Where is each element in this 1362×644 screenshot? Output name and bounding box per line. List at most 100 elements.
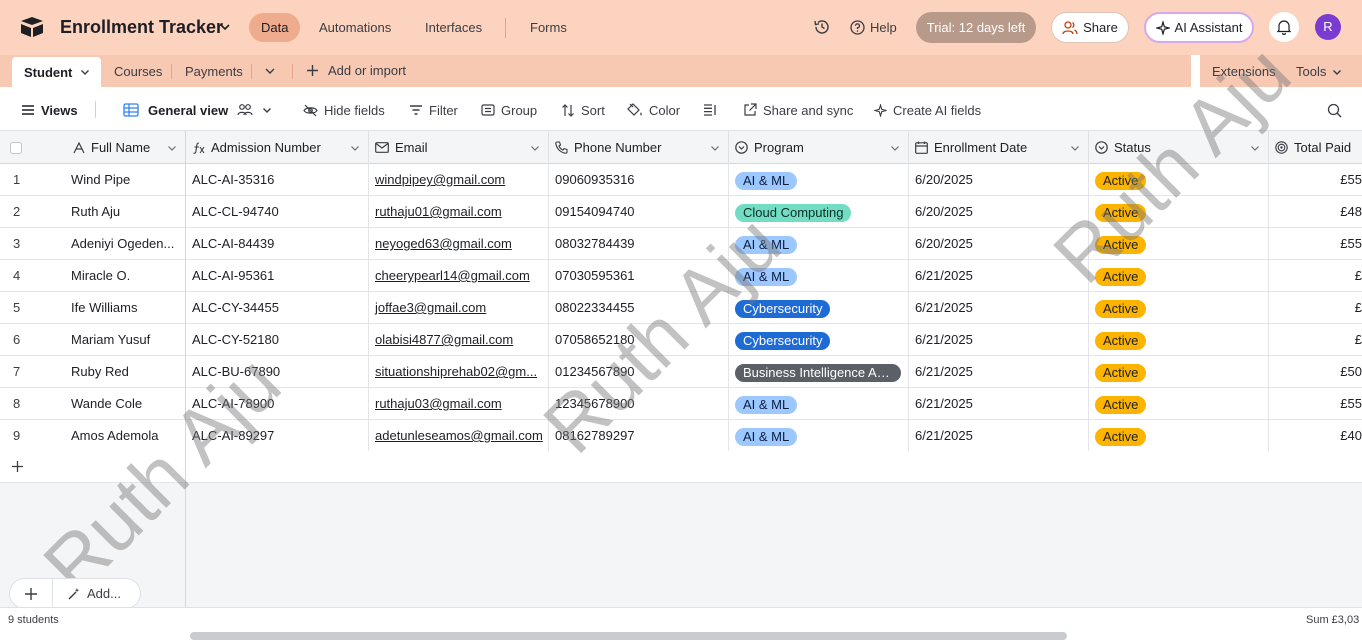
cell-email[interactable]: joffae3@gmail.com [369,292,549,323]
column-header-email[interactable]: Email [369,131,549,164]
chevron-down-icon[interactable] [1250,143,1260,153]
table-row[interactable]: 7 Ruby Red ALC-BU-67890 situationshiprehab0… [0,356,1362,388]
add-or-import-button[interactable]: Add or import [306,63,406,78]
help-button[interactable]: Help [850,18,897,36]
tab-payments[interactable]: Payments [185,64,243,79]
row-number[interactable]: 9 [0,420,65,451]
cell-status[interactable]: Active [1089,356,1269,387]
cell-total-paid[interactable]: £40 [1269,420,1362,451]
cell-status[interactable]: Active [1089,164,1269,195]
cell-email[interactable]: ruthaju01@gmail.com [369,196,549,227]
share-and-sync-button[interactable]: Share and sync [743,101,853,119]
cell-admission-number[interactable]: ALC-AI-84439 [186,228,369,259]
create-ai-fields-button[interactable]: Create AI fields [874,101,981,119]
column-header-status[interactable]: Status [1089,131,1269,164]
cell-status[interactable]: Active [1089,260,1269,291]
cell-enrollment-date[interactable]: 6/21/2025 [909,388,1089,419]
history-icon[interactable] [813,18,831,36]
nav-interfaces[interactable]: Interfaces [413,13,494,42]
color-button[interactable]: Color [627,101,680,119]
extensions-button[interactable]: Extensions [1212,64,1276,79]
add-record-row[interactable] [0,451,1362,483]
cell-enrollment-date[interactable]: 6/21/2025 [909,356,1089,387]
row-number[interactable]: 7 [0,356,65,387]
row-height-button[interactable] [703,101,717,119]
email-link[interactable]: ruthaju01@gmail.com [375,204,502,219]
table-row[interactable]: 5 Ife Williams ALC-CY-34455 joffae3@gmail.c… [0,292,1362,324]
chevron-down-icon[interactable] [80,67,90,77]
tab-courses[interactable]: Courses [114,64,162,79]
email-link[interactable]: neyoged63@gmail.com [375,236,512,251]
cell-program[interactable]: AI & ML [729,260,909,291]
cell-phone-number[interactable]: 07058652180 [549,324,729,355]
cell-enrollment-date[interactable]: 6/20/2025 [909,196,1089,227]
cell-program[interactable]: AI & ML [729,228,909,259]
notifications-button[interactable] [1269,12,1299,42]
chevron-down-icon[interactable] [264,66,276,76]
total-paid-sum[interactable]: Sum £3,03 [1306,614,1359,626]
cell-enrollment-date[interactable]: 6/21/2025 [909,324,1089,355]
tab-student[interactable]: Student [12,57,101,87]
cell-program[interactable]: AI & ML [729,420,909,451]
table-row[interactable]: 9 Amos Ademola ALC-AI-89297 adetunleseamos@… [0,420,1362,452]
avatar[interactable]: R [1315,14,1341,40]
cell-full-name[interactable]: Wind Pipe [65,164,186,195]
column-header-program[interactable]: Program [729,131,909,164]
cell-email[interactable]: neyoged63@gmail.com [369,228,549,259]
chevron-down-icon[interactable] [219,21,231,33]
sort-button[interactable]: Sort [561,101,605,119]
cell-email[interactable]: windpipey@gmail.com [369,164,549,195]
email-link[interactable]: joffae3@gmail.com [375,300,486,315]
cell-status[interactable]: Active [1089,388,1269,419]
cell-full-name[interactable]: Ife Williams [65,292,186,323]
nav-data[interactable]: Data [249,13,301,42]
cell-admission-number[interactable]: ALC-BU-67890 [186,356,369,387]
cell-status[interactable]: Active [1089,228,1269,259]
add-button[interactable] [9,578,53,609]
search-icon[interactable] [1327,101,1342,119]
column-header-full-name[interactable]: Full Name [65,131,186,164]
cell-program[interactable]: AI & ML [729,388,909,419]
base-logo-icon[interactable] [20,16,44,38]
cell-enrollment-date[interactable]: 6/20/2025 [909,228,1089,259]
table-row[interactable]: 6 Mariam Yusuf ALC-CY-52180 olabisi4877@gma… [0,324,1362,356]
cell-full-name[interactable]: Amos Ademola [65,420,186,451]
cell-phone-number[interactable]: 12345678900 [549,388,729,419]
hide-fields-button[interactable]: Hide fields [303,101,385,119]
cell-email[interactable]: olabisi4877@gmail.com [369,324,549,355]
trial-badge[interactable]: Trial: 12 days left [916,12,1036,43]
row-number[interactable]: 8 [0,388,65,419]
chevron-down-icon[interactable] [1070,143,1080,153]
table-row[interactable]: 1 Wind Pipe ALC-AI-35316 windpipey@gmail.co… [0,164,1362,196]
cell-total-paid[interactable]: £55 [1269,164,1362,195]
cell-phone-number[interactable]: 01234567890 [549,356,729,387]
cell-enrollment-date[interactable]: 6/20/2025 [909,164,1089,195]
row-number[interactable]: 5 [0,292,65,323]
cell-phone-number[interactable]: 07030595361 [549,260,729,291]
nav-forms[interactable]: Forms [518,13,579,42]
chevron-down-icon[interactable] [350,143,360,153]
cell-full-name[interactable]: Miracle O. [65,260,186,291]
row-number[interactable]: 6 [0,324,65,355]
cell-status[interactable]: Active [1089,292,1269,323]
select-all-checkbox[interactable] [0,131,65,164]
base-title[interactable]: Enrollment Tracker [60,17,223,38]
table-row[interactable]: 4 Miracle O. ALC-AI-95361 cheerypearl14@gma… [0,260,1362,292]
cell-total-paid[interactable]: £ [1269,260,1362,291]
cell-email[interactable]: adetunleseamos@gmail.com [369,420,549,451]
cell-admission-number[interactable]: ALC-AI-95361 [186,260,369,291]
views-button[interactable]: Views [21,101,78,119]
cell-enrollment-date[interactable]: 6/21/2025 [909,260,1089,291]
ai-assistant-button[interactable]: AI Assistant [1144,12,1254,43]
table-row[interactable]: 8 Wande Cole ALC-AI-78900 ruthaju03@gmail.c… [0,388,1362,420]
cell-enrollment-date[interactable]: 6/21/2025 [909,420,1089,451]
row-number[interactable]: 1 [0,164,65,195]
cell-status[interactable]: Active [1089,196,1269,227]
cell-status[interactable]: Active [1089,420,1269,451]
cell-program[interactable]: Cybersecurity [729,324,909,355]
view-switcher[interactable]: General view [123,101,272,119]
email-link[interactable]: situationshiprehab02@gm... [375,364,537,379]
chevron-down-icon[interactable] [167,143,177,153]
chevron-down-icon[interactable] [530,143,540,153]
horizontal-scrollbar[interactable] [190,632,1067,640]
